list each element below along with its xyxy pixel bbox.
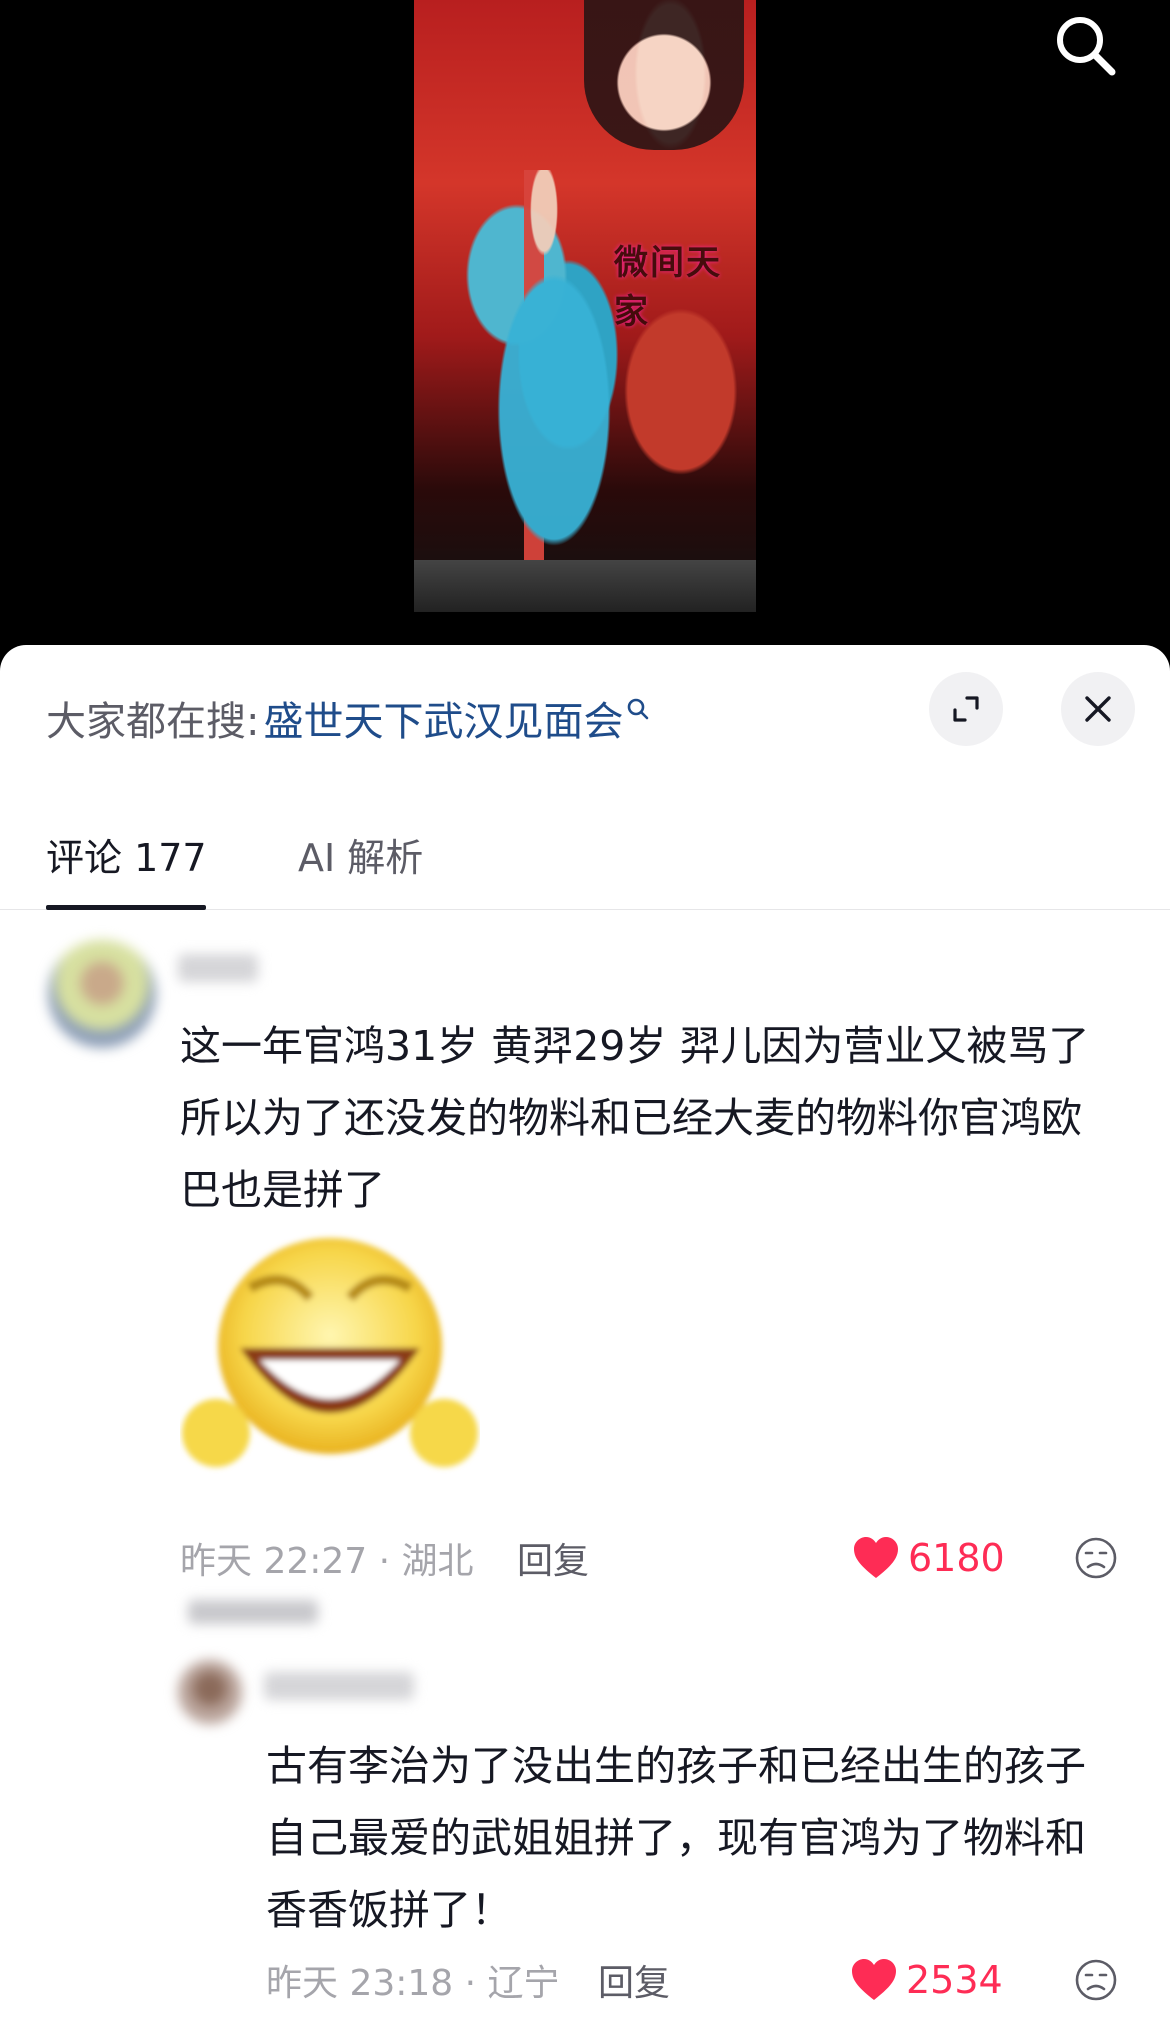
- hot-search-bar[interactable]: 大家都在搜: 盛世天下武汉见面会: [46, 689, 651, 747]
- search-icon[interactable]: [1050, 10, 1122, 82]
- tab-comments[interactable]: 评论 177: [46, 827, 207, 882]
- heart-icon: [854, 1537, 898, 1578]
- sheet-header: 大家都在搜: 盛世天下武汉见面会: [0, 645, 1170, 765]
- expand-button[interactable]: [929, 672, 1003, 746]
- active-tab-indicator: [46, 905, 206, 910]
- comment-sheet: 大家都在搜: 盛世天下武汉见面会 评论 177 AI 解析 这一年官鸿31岁 黄…: [0, 645, 1170, 2031]
- like-count: 6180: [908, 1536, 1005, 1580]
- close-icon: [1085, 696, 1111, 722]
- close-button[interactable]: [1061, 672, 1135, 746]
- tab-ai-analysis[interactable]: AI 解析: [298, 827, 423, 882]
- reply-button[interactable]: 回复: [517, 1532, 589, 1584]
- poster-face: [584, 0, 744, 150]
- video-frame[interactable]: 微间天家: [414, 0, 756, 612]
- like-button[interactable]: 6180: [852, 1536, 1005, 1580]
- search-mini-icon: [628, 698, 649, 720]
- like-button[interactable]: 2534: [850, 1958, 1003, 2002]
- video-player[interactable]: 微间天家: [0, 0, 1170, 680]
- video-title-overlay: 微间天家: [614, 243, 722, 332]
- comment-tabs: 评论 177 AI 解析: [0, 805, 1170, 910]
- comment-text: 这一年官鸿31岁 黄羿29岁 羿儿因为营业又被骂了 所以为了还没发的物料和已经大…: [180, 1022, 1090, 1214]
- author-liked-tag: [188, 1600, 318, 1624]
- dislike-icon[interactable]: [1074, 1958, 1118, 2002]
- dancer-figure: [454, 170, 654, 570]
- avatar[interactable]: [48, 940, 156, 1048]
- expand-icon: [953, 696, 979, 722]
- comment-meta: 昨天 22:27 · 湖北 回复 6180: [0, 1528, 1170, 1588]
- like-count: 2534: [906, 1958, 1003, 2002]
- username[interactable]: [178, 954, 258, 982]
- comment-timestamp: 昨天 22:27 · 湖北: [180, 1541, 474, 1582]
- avatar[interactable]: [178, 1660, 242, 1724]
- stage: [414, 560, 756, 612]
- comment-timestamp: 昨天 23:18 · 辽宁: [266, 1963, 560, 2004]
- username[interactable]: [264, 1672, 414, 1700]
- dislike-icon[interactable]: [1074, 1536, 1118, 1580]
- comment-meta: 昨天 23:18 · 辽宁 回复 2534: [0, 1950, 1170, 2010]
- laughing-emoji-sticker[interactable]: [180, 1228, 480, 1478]
- comment-text: 古有李治为了没出生的孩子和已经出生的孩子自己最爱的武姐姐拼了，现有官鸿为了物料和…: [266, 1742, 1086, 1934]
- reply-button[interactable]: 回复: [598, 1954, 670, 2006]
- hot-search-prefix: 大家都在搜:: [46, 699, 260, 745]
- hot-search-term-link[interactable]: 盛世天下武汉见面会: [263, 689, 623, 747]
- heart-icon: [852, 1959, 896, 2000]
